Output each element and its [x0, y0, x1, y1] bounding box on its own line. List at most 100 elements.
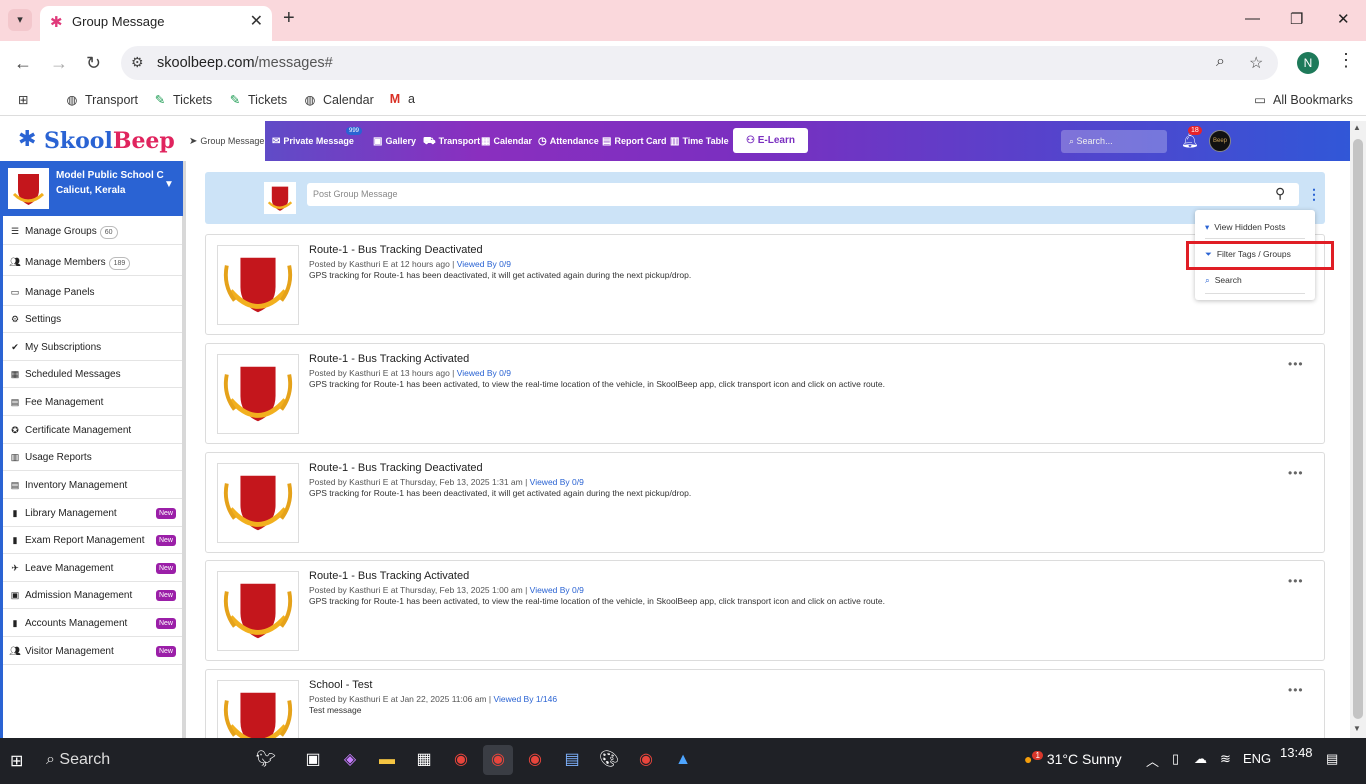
restore-button[interactable]: ❐	[1290, 10, 1303, 28]
scrollbar-thumb[interactable]	[1353, 139, 1363, 719]
bookmark-transport[interactable]: ◍ Transport	[64, 92, 139, 107]
post-group-message-input[interactable]: Post Group Message	[307, 183, 1299, 206]
message-card[interactable]: School - Test Posted by Kasthuri E at Ja…	[205, 669, 1325, 738]
sidebar-item-library-management[interactable]: ▮ Library Management New	[3, 500, 182, 527]
sidebar-item-my-subscriptions[interactable]: ✔ My Subscriptions	[3, 334, 182, 361]
page-scrollbar[interactable]: ▲ ▼	[1350, 121, 1366, 738]
school-switcher[interactable]: Model Public School C Calicut, Kerala ▼	[0, 161, 183, 216]
profile-avatar[interactable]: N	[1297, 52, 1319, 74]
url-text[interactable]: skoolbeep.com/messages#	[157, 55, 333, 71]
more-options-icon[interactable]: •••	[1288, 466, 1304, 480]
user-avatar[interactable]: Beep	[1209, 130, 1231, 152]
omnibox[interactable]: ⚙ skoolbeep.com/messages# ⌕ ☆	[121, 46, 1278, 80]
minimize-button[interactable]: —	[1245, 10, 1260, 27]
notifications-icon[interactable]: ▤	[1326, 751, 1338, 767]
sidebar-item-usage-reports[interactable]: ▥ Usage Reports	[3, 444, 182, 471]
viewed-by-link[interactable]: Viewed By 0/9	[530, 585, 584, 595]
sidebar-item-visitor-management[interactable]: 👥︎ Visitor Management New	[3, 638, 182, 665]
chrome-icon[interactable]: ◉	[520, 745, 550, 775]
weather-widget[interactable]: ● 1 31°C Sunny	[1024, 751, 1122, 767]
more-options-icon[interactable]: •••	[1288, 574, 1304, 588]
taskbar-search[interactable]: ⌕ Search	[46, 744, 236, 776]
paint-icon[interactable]: 🎨︎	[594, 745, 624, 775]
all-bookmarks-label: All Bookmarks	[1273, 93, 1353, 107]
chrome-icon[interactable]: ◉	[631, 745, 661, 775]
apps-grid-icon[interactable]: ⊞	[18, 92, 28, 107]
back-button[interactable]: ←	[14, 53, 32, 74]
sidebar-item-accounts-management[interactable]: ▮ Accounts Management New	[3, 610, 182, 637]
bookmark-tickets-2[interactable]: ✎ Tickets	[227, 92, 287, 107]
birds-widget-icon[interactable]: 🐦︎	[240, 745, 292, 775]
photos-icon[interactable]: ▲	[668, 745, 698, 775]
more-options-icon[interactable]: •••	[1288, 357, 1304, 371]
bookmark-gmail[interactable]: Ma	[387, 92, 415, 106]
windows-start-icon[interactable]: ⊞	[10, 751, 23, 771]
viewed-by-link[interactable]: Viewed By 0/9	[457, 368, 511, 378]
sidebar-item-fee-management[interactable]: ▤ Fee Management	[3, 389, 182, 416]
menu-view-hidden-posts[interactable]: ▾ View Hidden Posts	[1205, 222, 1285, 233]
chevron-up-icon[interactable]: ︿	[1146, 751, 1159, 770]
nav-calendar[interactable]: ▦ Calendar	[477, 121, 536, 161]
close-window-button[interactable]: ✕	[1337, 10, 1350, 28]
site-info-icon[interactable]: ⚙	[131, 54, 144, 71]
sidebar-item-admission-management[interactable]: ▣ Admission Management New	[3, 582, 182, 609]
task-view-icon[interactable]: ▣	[298, 745, 328, 775]
store-icon[interactable]: ▦	[409, 745, 439, 775]
sidebar-item-leave-management[interactable]: ✈ Leave Management New	[3, 555, 182, 582]
copilot-icon[interactable]: ◈	[335, 745, 365, 775]
message-card[interactable]: Route-1 - Bus Tracking Activated Posted …	[205, 560, 1325, 661]
attachment-clip-icon[interactable]: ⚲	[1275, 185, 1285, 202]
clock[interactable]: 13:48	[1280, 745, 1313, 760]
sidebar-item-scheduled-messages[interactable]: ▦ Scheduled Messages	[3, 361, 182, 388]
tab-search-button[interactable]: ▾	[8, 9, 32, 31]
skoolbeep-logo[interactable]: ✱ SkoolBeep	[0, 121, 185, 161]
chrome-menu-icon[interactable]: ⋮	[1337, 50, 1355, 71]
wifi-icon[interactable]: ≋	[1220, 751, 1231, 767]
message-card[interactable]: Route-1 - Bus Tracking Activated Posted …	[205, 343, 1325, 444]
chrome-active-icon[interactable]: ◉	[483, 745, 513, 775]
scroll-down-icon[interactable]: ▼	[1353, 724, 1361, 733]
message-card[interactable]: Route-1 - Bus Tracking Deactivated Poste…	[205, 452, 1325, 553]
zoom-icon[interactable]: ⌕	[1216, 53, 1225, 71]
file-explorer-icon[interactable]: ▬	[372, 745, 402, 775]
post-options-kebab-icon[interactable]: ⋮	[1307, 186, 1321, 203]
nav-attendance[interactable]: ◷ Attendance	[534, 121, 603, 161]
bookmark-star-icon[interactable]: ☆	[1249, 53, 1263, 73]
sidebar-item-certificate-management[interactable]: ✪ Certificate Management	[3, 417, 182, 444]
scroll-up-icon[interactable]: ▲	[1353, 123, 1361, 132]
sidebar-item-inventory-management[interactable]: ▤ Inventory Management	[3, 472, 182, 499]
elearn-button[interactable]: ⚇ E-Learn	[733, 128, 808, 153]
viewed-by-link[interactable]: Viewed By 0/9	[457, 259, 511, 269]
notepad-icon[interactable]: ▤	[557, 745, 587, 775]
nav-transport[interactable]: ⛟ Transport	[419, 121, 484, 161]
sidebar-item-settings[interactable]: ⚙ Settings	[3, 306, 182, 333]
viewed-by-link[interactable]: Viewed By 1/146	[493, 694, 557, 704]
more-options-icon[interactable]: •••	[1288, 683, 1304, 697]
message-card[interactable]: Route-1 - Bus Tracking Deactivated Poste…	[205, 234, 1325, 335]
language-indicator[interactable]: ENG	[1243, 751, 1271, 766]
nav-gallery[interactable]: ▣ Gallery	[369, 121, 420, 161]
nav-private-message[interactable]: ✉ Private Message	[268, 121, 358, 161]
nav-report-card[interactable]: ▤ Report Card	[598, 121, 670, 161]
forward-button[interactable]: →	[50, 53, 68, 74]
tab-close-icon[interactable]: ✕	[250, 11, 263, 31]
nav-group-message[interactable]: ➤ Group Message	[185, 121, 265, 161]
nav-time-table[interactable]: ▥ Time Table	[666, 121, 733, 161]
sidebar-item-exam-report-management[interactable]: ▮ Exam Report Management New	[3, 527, 182, 554]
cloud-icon[interactable]: ☁	[1194, 751, 1207, 767]
device-icon[interactable]: ▯	[1172, 751, 1179, 767]
menu-search[interactable]: ⌕ Search	[1205, 275, 1242, 286]
search-icon: ⌕	[1069, 136, 1077, 146]
new-tab-button[interactable]: +	[283, 7, 295, 30]
header-search-input[interactable]: ⌕ Search...	[1061, 130, 1167, 153]
sidebar-item-manage-panels[interactable]: ▭ Manage Panels	[3, 279, 182, 306]
bookmark-calendar[interactable]: ◍ Calendar	[302, 92, 374, 107]
reload-button[interactable]: ↻	[86, 53, 101, 74]
tab-group-message[interactable]: ✱ Group Message ✕	[40, 6, 272, 41]
bookmark-tickets-1[interactable]: ✎ Tickets	[152, 92, 212, 107]
all-bookmarks[interactable]: ▭ All Bookmarks	[1252, 92, 1353, 107]
viewed-by-link[interactable]: Viewed By 0/9	[530, 477, 584, 487]
sidebar-item-manage-members[interactable]: 👥︎ Manage Members 189	[3, 249, 182, 276]
chrome-icon[interactable]: ◉	[446, 745, 476, 775]
sidebar-item-manage-groups[interactable]: ☰ Manage Groups 60	[3, 218, 182, 245]
